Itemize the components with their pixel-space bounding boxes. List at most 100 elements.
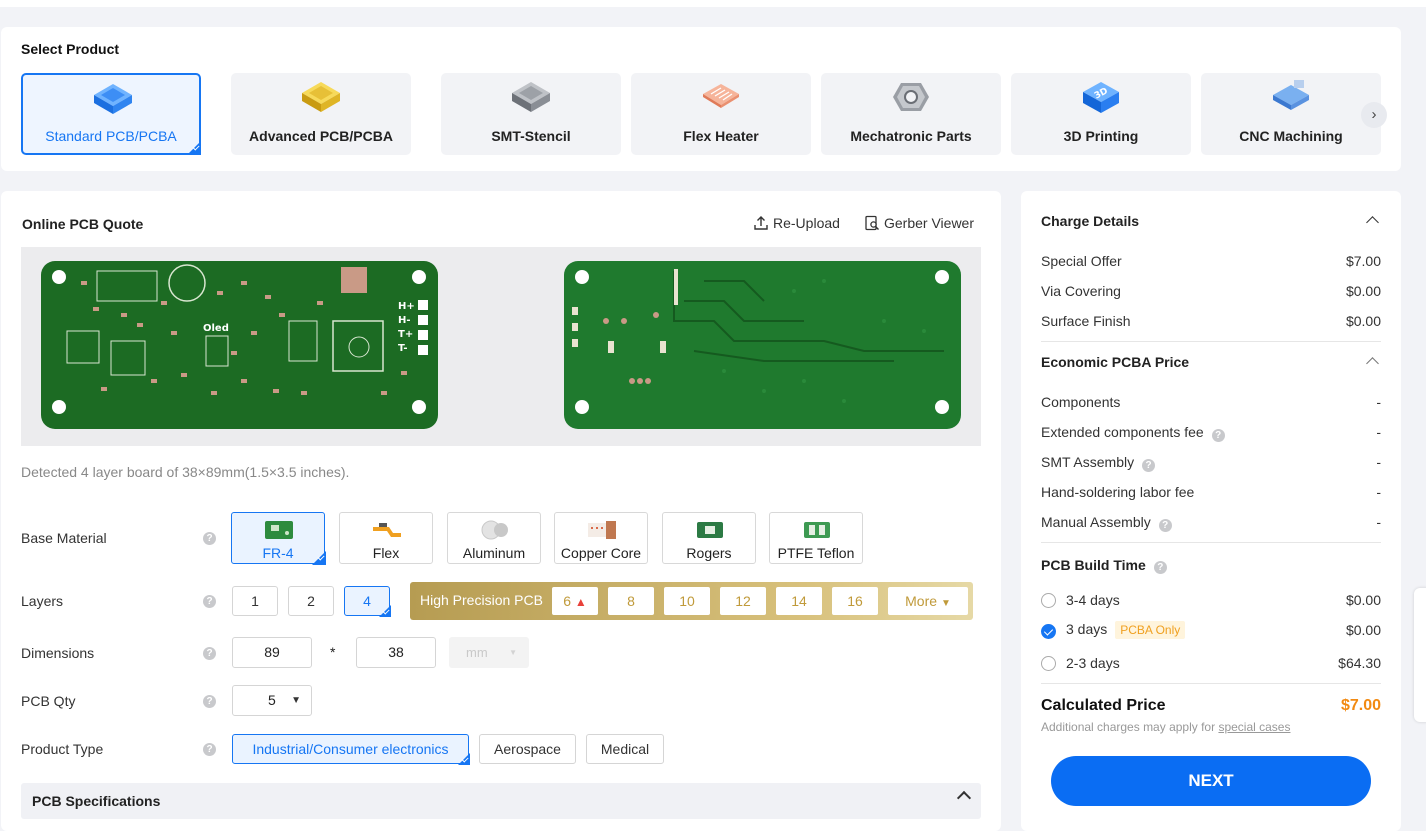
rogers-board-icon	[697, 522, 723, 538]
layers-6[interactable]: 6 ▲	[552, 587, 598, 615]
layers-4-label: 4	[363, 593, 371, 609]
row-label: Manual Assembly	[1041, 514, 1151, 530]
radio-button-checked[interactable]	[1041, 624, 1056, 639]
material-copper-core[interactable]: Copper Core	[554, 512, 648, 564]
caret-down-icon: ▼	[509, 648, 517, 657]
radio-button[interactable]	[1041, 593, 1056, 608]
help-icon[interactable]: ?	[203, 695, 216, 708]
material-fr4[interactable]: FR-4	[231, 512, 326, 565]
calculated-price-label: Calculated Price	[1041, 697, 1166, 714]
divider	[1041, 341, 1381, 342]
layers-4[interactable]: 4	[344, 586, 391, 617]
layers-more-dropdown[interactable]: More ▼	[888, 587, 968, 615]
material-label: Copper Core	[560, 545, 642, 561]
silk-oled: Oled	[203, 323, 229, 334]
build-option-3-days[interactable]: 3 days PCBA Only $0.00	[1041, 621, 1381, 639]
layers-16[interactable]: 16	[832, 587, 878, 615]
additional-charges-note: Additional charges may apply for special…	[1041, 720, 1290, 734]
cnc-icon	[1273, 80, 1309, 110]
charge-row-surface-finish: Surface Finish $0.00	[1041, 313, 1381, 329]
product-smt-stencil[interactable]: SMT-Stencil	[441, 73, 621, 155]
help-icon[interactable]: ?	[1142, 459, 1156, 472]
help-icon[interactable]: ?	[1158, 519, 1172, 532]
product-type-industrial[interactable]: Industrial/Consumer electronics	[232, 734, 470, 765]
side-floating-tab[interactable]	[1414, 588, 1426, 722]
layers-8[interactable]: 8	[608, 587, 654, 615]
product-advanced-pcb[interactable]: Advanced PCB/PCBA	[231, 73, 411, 155]
gerber-view-icon	[865, 215, 879, 231]
help-icon[interactable]: ?	[203, 647, 216, 660]
material-rogers[interactable]: Rogers	[662, 512, 756, 564]
pcb-preview: Oled H+ H- T+ T-	[21, 247, 981, 446]
product-3d-printing[interactable]: 3D 3D Printing	[1011, 73, 1191, 155]
build-option-2-3-days[interactable]: 2-3 days $64.30	[1041, 655, 1381, 671]
build-option-3-4-days[interactable]: 3-4 days $0.00	[1041, 592, 1381, 608]
row-value: -	[1376, 394, 1381, 410]
charge-details-title: Charge Details	[1041, 213, 1140, 229]
help-icon[interactable]: ?	[203, 743, 216, 756]
charge-details-panel: Charge Details Special Offer $7.00 Via Co…	[1021, 191, 1401, 831]
product-label: Flex Heater	[683, 128, 759, 144]
pcb-specifications-title: PCB Specifications	[32, 793, 161, 809]
pcb-qty-select[interactable]: 5 ▼	[232, 685, 312, 716]
product-mechatronic-parts[interactable]: Mechatronic Parts	[821, 73, 1001, 155]
gerber-viewer-button[interactable]: Gerber Viewer	[864, 215, 974, 231]
dimension-length-input[interactable]: 89	[232, 637, 312, 668]
chevron-up-icon[interactable]	[1366, 216, 1379, 229]
row-value: -	[1376, 454, 1381, 470]
dimension-width-input[interactable]: 38	[356, 637, 436, 668]
row-value: -	[1376, 484, 1381, 500]
row-label: 3-4 days	[1066, 592, 1120, 608]
unit-select[interactable]: mm ▼	[449, 637, 529, 668]
layers-1[interactable]: 1	[232, 586, 278, 616]
material-aluminum[interactable]: Aluminum	[447, 512, 541, 564]
radio-button[interactable]	[1041, 656, 1056, 671]
silk-tminus: T-	[398, 343, 408, 354]
selected-check-icon	[458, 753, 470, 765]
high-precision-group: High Precision PCB 6 ▲ 8 10 12 14 16 Mor…	[410, 582, 973, 620]
reupload-button[interactable]: Re-Upload	[753, 215, 840, 231]
pcba-row-manual-assembly: Manual Assembly? -	[1041, 514, 1381, 532]
help-icon[interactable]: ?	[1211, 429, 1225, 442]
product-type-aerospace[interactable]: Aerospace	[479, 734, 576, 764]
help-icon[interactable]: ?	[203, 595, 216, 608]
pcb-top-drawing: Oled H+ H- T+ T-	[52, 264, 428, 414]
pcb-bottom-image	[564, 261, 961, 429]
row-label: Via Covering	[1041, 283, 1121, 299]
product-cnc-machining[interactable]: CNC Machining	[1201, 73, 1381, 155]
product-type-medical[interactable]: Medical	[586, 734, 664, 764]
product-label: CNC Machining	[1239, 128, 1343, 144]
row-value: $64.30	[1338, 655, 1381, 671]
material-label: Aluminum	[462, 545, 526, 561]
scroll-right-button[interactable]: ›	[1361, 102, 1387, 128]
flex-cable-icon	[373, 523, 401, 537]
help-icon[interactable]: ?	[203, 532, 216, 545]
help-icon[interactable]: ?	[1153, 561, 1167, 574]
chevron-right-icon: ›	[1371, 106, 1377, 123]
material-flex[interactable]: Flex	[339, 512, 433, 564]
layers-2[interactable]: 2	[288, 586, 334, 616]
layers-12[interactable]: 12	[720, 587, 766, 615]
build-time-label: PCB Build Time	[1041, 557, 1146, 573]
row-value: -	[1376, 424, 1381, 440]
next-button[interactable]: NEXT	[1051, 756, 1371, 806]
layers-6-label: 6	[563, 593, 571, 609]
qty-value: 5	[268, 692, 276, 708]
flex-heater-icon	[703, 84, 739, 108]
more-label: More	[905, 593, 938, 609]
layers-14[interactable]: 14	[776, 587, 822, 615]
row-value: $0.00	[1345, 313, 1381, 329]
ptfe-board-icon	[804, 522, 830, 538]
pcb-specifications-header[interactable]: PCB Specifications	[21, 783, 981, 819]
product-standard-pcb[interactable]: Standard PCB/PCBA	[21, 73, 201, 155]
row-label: Special Offer	[1041, 253, 1122, 269]
row-label: Surface Finish	[1041, 313, 1131, 329]
chevron-up-icon[interactable]	[1366, 357, 1379, 370]
product-flex-heater[interactable]: Flex Heater	[631, 73, 811, 155]
layers-10[interactable]: 10	[664, 587, 710, 615]
fire-icon: ▲	[574, 595, 587, 609]
dimensions-label: Dimensions	[21, 645, 95, 661]
material-ptfe-teflon[interactable]: PTFE Teflon	[769, 512, 863, 564]
special-cases-link[interactable]: special cases	[1218, 720, 1290, 734]
material-label: PTFE Teflon	[777, 545, 855, 561]
